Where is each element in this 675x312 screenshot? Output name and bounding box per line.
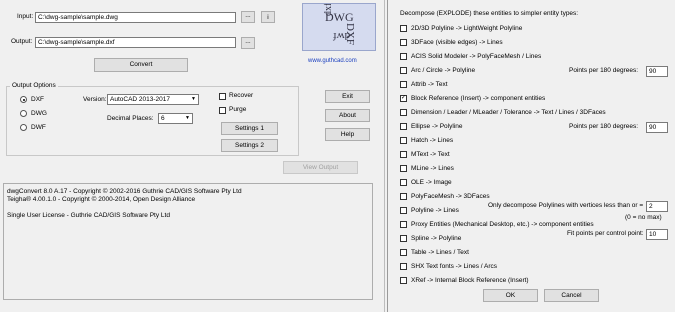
option-checkbox[interactable] [400,123,407,130]
option-label: Table -> Lines / Text [411,249,469,256]
polyline-vertices-label: Only decompose Polylines with vertices l… [488,202,644,209]
option-label: 3DFace (visible edges) -> Lines [411,39,503,46]
main-window: Input: C:\dwg-sample\sample.dwg ... i Ou… [0,0,385,312]
website-link[interactable]: www.guthcad.com [308,56,357,66]
option-checkbox[interactable] [400,235,407,242]
cancel-button[interactable]: Cancel [544,289,599,302]
settings-header: Decompose (EXPLODE) these entities to si… [400,10,579,17]
recover-checkbox[interactable] [219,93,226,100]
version-select[interactable]: AutoCAD 2013-2017 ▼ [107,94,199,105]
option-label: 2D/3D Polyline -> LightWeight Polyline [411,25,523,32]
format-dwf-label: DWF [31,124,46,131]
dwg-dxf-logo: DWG DXF dwf dxf [302,3,376,51]
ellipse-points-label: Points per 180 degrees: [569,123,639,130]
option-checkbox[interactable] [400,263,407,270]
chevron-down-icon: ▼ [185,115,190,121]
output-path-field[interactable]: C:\dwg-sample\sample.dxf [35,37,236,48]
proxy-no-max-note: (0 = no max) [625,214,662,221]
ellipse-points-field[interactable]: 90 [646,122,668,133]
option-label: SHX Text fonts -> Lines / Arcs [411,263,498,270]
logo-text-dxf-2: dxf [323,3,334,16]
option-checkbox[interactable] [400,179,407,186]
help-button[interactable]: Help [325,128,370,141]
exit-button[interactable]: Exit [325,90,370,103]
option-checkbox[interactable] [400,25,407,32]
spline-points-label: Fit points per control point: [567,230,644,237]
format-dwf-radio[interactable] [20,124,27,131]
view-output-button[interactable]: View Output [283,161,358,174]
info-line-2: Teigha® 4.00.1.0 - Copyright © 2000-2014… [7,196,196,203]
option-checkbox-checked[interactable]: ✓ [400,95,407,102]
option-checkbox[interactable] [400,193,407,200]
option-label: ACIS Solid Modeler -> PolyFaceMesh / Lin… [411,53,542,60]
option-label: Spline -> Polyline [411,235,462,242]
logo-text-dwf: dwf [333,30,351,42]
option-label: Attrib -> Text [411,81,448,88]
option-label: Polyline -> Lines [411,207,459,214]
option-checkbox[interactable] [400,249,407,256]
info-button[interactable]: i [261,11,275,23]
recover-label: Recover [229,92,254,99]
info-panel: dwgConvert 8.0 A.17 - Copyright © 2002-2… [3,183,373,300]
polyline-vertices-field[interactable]: 2 [646,201,668,212]
settings1-button[interactable]: Settings 1 [221,122,278,135]
purge-checkbox[interactable] [219,107,226,114]
arc-points-field[interactable]: 90 [646,66,668,77]
settings2-button[interactable]: Settings 2 [221,139,278,152]
option-checkbox[interactable] [400,67,407,74]
option-checkbox[interactable] [400,53,407,60]
option-checkbox[interactable] [400,109,407,116]
decimal-places-value: 6 [161,115,165,122]
input-browse-button[interactable]: ... [241,11,255,23]
output-label: Output: [11,38,33,45]
option-label: Proxy Entities (Mechanical Desktop, etc.… [411,221,594,228]
option-checkbox[interactable] [400,277,407,284]
input-label: Input: [17,13,34,20]
option-label: PolyFaceMesh -> 3DFaces [411,193,490,200]
format-dwg-radio[interactable] [20,110,27,117]
about-button[interactable]: About [325,109,370,122]
spline-points-field[interactable]: 10 [646,229,668,240]
option-checkbox[interactable] [400,151,407,158]
option-label: MText -> Text [411,151,450,158]
option-checkbox[interactable] [400,207,407,214]
option-checkbox[interactable] [400,137,407,144]
option-label: Dimension / Leader / MLeader / Tolerance… [411,109,606,116]
option-label: MLine -> Lines [411,165,454,172]
option-checkbox[interactable] [400,39,407,46]
arc-points-label: Points per 180 degrees: [569,67,639,74]
input-path-field[interactable]: C:\dwg-sample\sample.dwg [35,12,236,23]
convert-button[interactable]: Convert [94,58,188,72]
version-value: AutoCAD 2013-2017 [110,96,170,103]
option-checkbox[interactable] [400,81,407,88]
ok-button[interactable]: OK [483,289,538,302]
option-label: Arc / Circle -> Polyline [411,67,476,74]
option-checkbox[interactable] [400,165,407,172]
version-label: Version: [83,96,107,103]
option-label: XRef -> Internal Block Reference (Insert… [411,277,529,284]
option-label: Block Reference (Insert) -> component en… [411,95,546,102]
purge-label: Purge [229,106,247,113]
decimal-places-select[interactable]: 6 ▼ [158,113,193,124]
format-dxf-label: DXF [31,96,44,103]
output-browse-button[interactable]: ... [241,37,255,49]
option-checkbox[interactable] [400,221,407,228]
format-dxf-radio[interactable] [20,96,27,103]
decimal-places-label: Decimal Places: [107,115,154,122]
format-dwg-label: DWG [31,110,47,117]
output-options-title: Output Options [10,82,58,90]
option-label: Ellipse -> Polyline [411,123,463,130]
chevron-down-icon: ▼ [191,96,196,102]
info-line-4: Single User License - Guthrie CAD/GIS So… [7,212,170,219]
option-label: OLE -> Image [411,179,452,186]
option-label: Hatch -> Lines [411,137,454,144]
